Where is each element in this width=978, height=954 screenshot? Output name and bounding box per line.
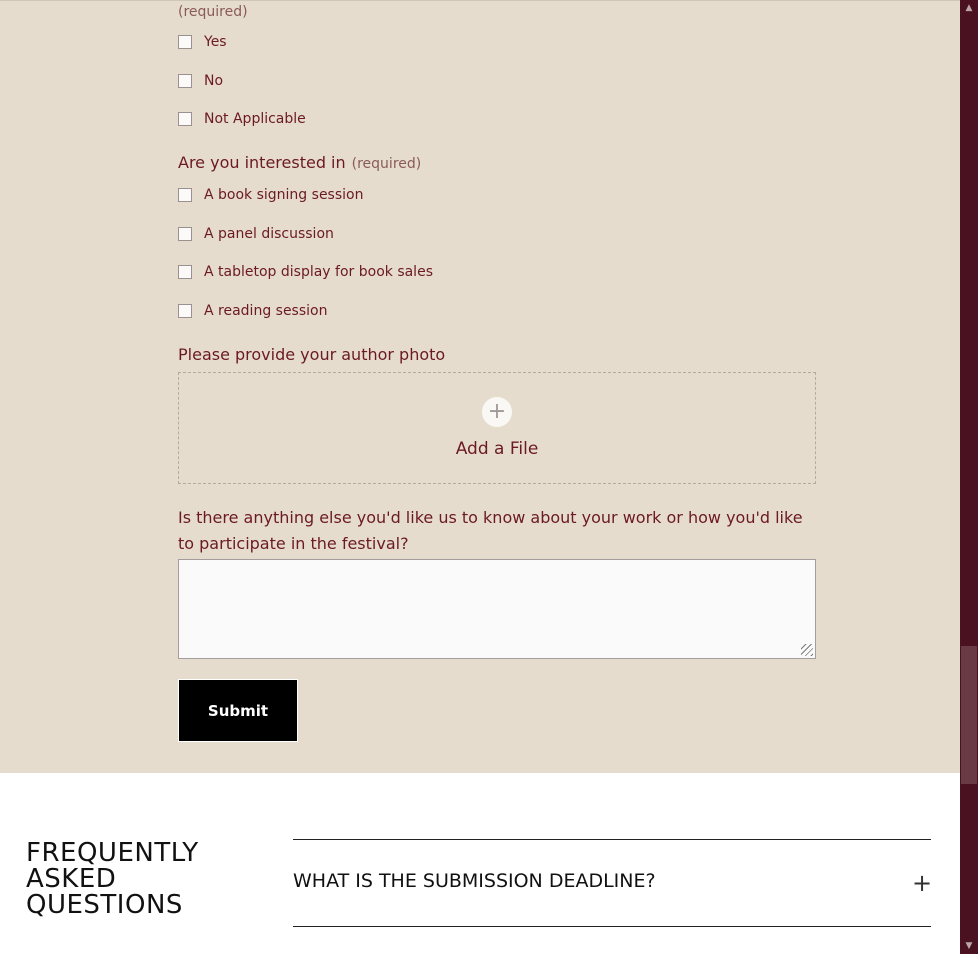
- scroll-down-icon[interactable]: ▼: [960, 940, 978, 952]
- faq-heading-line: ASKED: [26, 864, 117, 894]
- checkbox[interactable]: [178, 304, 192, 318]
- checkbox-label: A panel discussion: [204, 226, 334, 242]
- faq-heading-line: QUESTIONS: [26, 890, 183, 920]
- checkbox-label: A book signing session: [204, 187, 364, 203]
- checkbox[interactable]: [178, 188, 192, 202]
- scrollbar-thumb[interactable]: [961, 646, 977, 784]
- checkbox-label: Yes: [204, 34, 227, 50]
- faq-question[interactable]: WHAT IS THE SUBMISSION DEADLINE?: [293, 870, 656, 892]
- checkbox-option-reading[interactable]: A reading session: [178, 302, 327, 320]
- scroll-up-icon[interactable]: ▲: [960, 2, 978, 14]
- scrollbar[interactable]: [960, 0, 978, 954]
- checkbox-label: A tabletop display for book sales: [204, 264, 433, 280]
- checkbox[interactable]: [178, 227, 192, 241]
- checkbox-label: No: [204, 73, 224, 89]
- faq-heading: FREQUENTLY ASKED QUESTIONS: [26, 840, 199, 918]
- add-file-label[interactable]: Add a File: [179, 439, 815, 459]
- faq-divider: [293, 926, 931, 927]
- required-note: (required): [178, 4, 248, 20]
- checkbox-option-tabletop[interactable]: A tabletop display for book sales: [178, 263, 433, 281]
- checkbox-option-book-signing[interactable]: A book signing session: [178, 186, 363, 204]
- checkbox-option-panel[interactable]: A panel discussion: [178, 225, 334, 243]
- checkbox[interactable]: [178, 74, 192, 88]
- checkbox-option-yes[interactable]: Yes: [178, 33, 227, 51]
- additional-info-textarea[interactable]: [178, 559, 816, 659]
- plus-icon[interactable]: +: [912, 868, 932, 898]
- required-note: (required): [351, 156, 422, 172]
- checkbox[interactable]: [178, 265, 192, 279]
- interest-question-text: Are you interested in: [178, 153, 346, 172]
- checkbox-label: A reading session: [204, 303, 328, 319]
- checkbox[interactable]: [178, 112, 192, 126]
- plus-icon[interactable]: +: [482, 397, 512, 427]
- checkbox-option-not-applicable[interactable]: Not Applicable: [178, 110, 306, 128]
- checkbox[interactable]: [178, 35, 192, 49]
- author-photo-label: Please provide your author photo: [178, 345, 446, 364]
- top-divider: [0, 0, 960, 1]
- checkbox-label: Not Applicable: [204, 111, 306, 127]
- submit-button[interactable]: Submit: [178, 679, 298, 742]
- resize-handle-icon[interactable]: [801, 644, 813, 656]
- faq-heading-line: FREQUENTLY: [26, 838, 199, 868]
- faq-divider: [293, 839, 931, 840]
- checkbox-option-no[interactable]: No: [178, 72, 223, 90]
- file-upload-dropzone[interactable]: + Add a File: [178, 372, 816, 484]
- interest-question-label: Are you interested in (required): [178, 153, 421, 172]
- additional-info-label: Is there anything else you'd like us to …: [178, 508, 803, 553]
